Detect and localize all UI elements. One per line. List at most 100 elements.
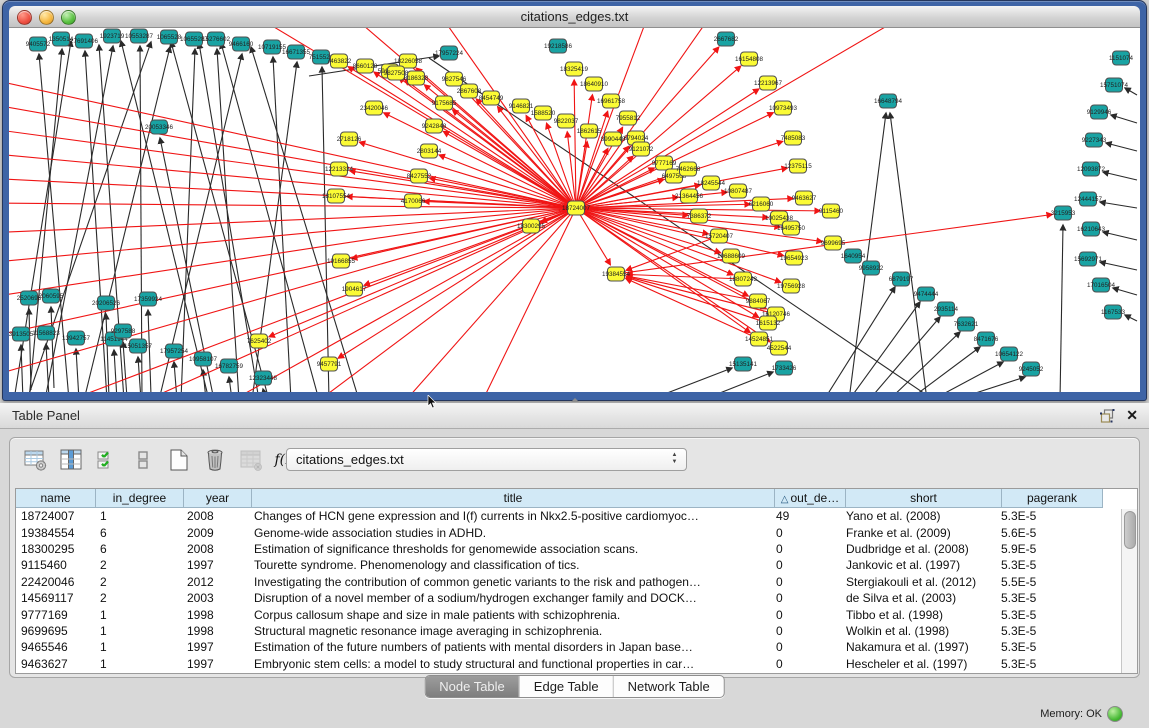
close-window-button[interactable] [17,10,32,25]
table-row[interactable]: 1938455462009Genome-wide association stu… [16,524,1137,540]
graph-node[interactable]: 3215953 [1051,206,1076,220]
graph-node[interactable]: 9245052 [1019,362,1044,376]
close-panel-icon[interactable]: ✕ [1126,407,1138,424]
graph-node[interactable]: 17016504 [1087,278,1116,292]
graph-node[interactable]: 1151074 [1109,51,1134,65]
graph-node[interactable]: 8990448 [601,132,626,146]
graph-node[interactable]: 1862615 [577,124,602,138]
tab-network-table[interactable]: Network Table [613,676,724,697]
graph-node[interactable]: 17957224 [435,46,464,60]
graph-node[interactable]: 7462668 [676,162,701,176]
graph-node[interactable]: 1640954 [841,249,866,263]
minimize-window-button[interactable] [39,10,54,25]
graph-node[interactable]: 15692971 [1074,252,1103,266]
graph-node[interactable]: 7386372 [687,209,712,223]
panel-mode-icon[interactable] [130,448,155,473]
graph-node[interactable]: 9777169 [652,156,677,170]
graph-node[interactable]: 2667682 [714,32,739,46]
scrollbar-thumb[interactable] [1124,511,1136,549]
table-row[interactable]: 977716911998Corpus callosum shape and si… [16,606,1137,622]
graph-node[interactable]: 19654923 [780,251,809,265]
graph-node[interactable]: 4522544 [767,341,792,355]
graph-node[interactable]: 2935114 [934,302,959,316]
graph-node[interactable]: 8660128 [353,59,378,73]
table-row[interactable]: 2242004622012Investigating the contribut… [16,574,1137,590]
column-header-out_de[interactable]: △out_de… [775,489,846,508]
graph-node[interactable]: 9457791 [317,357,342,371]
graph-node[interactable]: 7955812 [616,111,641,125]
graph-node[interactable]: 1065528 [157,30,182,44]
table-scrollbar[interactable] [1121,509,1137,673]
graph-node[interactable]: 18245544 [697,176,726,190]
graph-node[interactable]: 2718126 [337,132,362,146]
graph-node[interactable]: 21364456 [675,189,704,203]
graph-node[interactable]: 16782759 [215,359,244,373]
graph-node[interactable]: 16648794 [874,94,903,108]
graph-node[interactable]: 9958922 [859,261,884,275]
table-row[interactable]: 946554611997Estimation of the future num… [16,639,1137,655]
memory-status-indicator[interactable] [1107,706,1123,722]
graph-node[interactable]: 7485083 [781,131,806,145]
graph-node[interactable]: 18107554 [322,189,351,203]
graph-node[interactable]: 9129946 [1087,105,1112,119]
table-row[interactable]: 911546021997Tourette syndrome. Phenomeno… [16,557,1137,573]
graph-node[interactable]: 9227343 [1082,133,1107,147]
graph-node[interactable]: 16671355 [282,45,311,59]
table-settings-icon[interactable] [22,448,47,473]
graph-node[interactable]: 6879197 [889,272,914,286]
graph-node[interactable]: 1923719 [100,29,125,43]
window-titlebar[interactable]: citations_edges.txt [9,6,1140,28]
graph-node[interactable]: 9466160 [229,37,254,51]
table-row[interactable]: 969969511998Structural magnetic resonanc… [16,623,1137,639]
graph-node[interactable]: 9474444 [914,287,939,301]
graph-node[interactable]: 18640910 [580,77,609,91]
graph-node[interactable]: 8427552 [407,169,432,183]
table-row[interactable]: 1456911722003Disruption of a novel membe… [16,590,1137,606]
graph-node[interactable]: 11568823 [32,326,60,340]
graph-node[interactable]: 8454749 [479,91,504,105]
graph-node[interactable]: 9463627 [792,191,817,205]
row-selection-icon[interactable] [94,448,119,473]
create-table-icon[interactable] [166,448,191,473]
graph-node[interactable]: 19166855 [327,254,356,268]
graph-node[interactable]: 16210643 [1077,222,1106,236]
graph-node[interactable]: 9405572 [26,37,51,51]
network-canvas[interactable]: 1872400794055721350514276914061923719105… [9,28,1140,392]
graph-node[interactable]: 2803144 [417,144,442,158]
graph-node[interactable]: 10807487 [724,184,753,198]
graph-node[interactable]: 1167533 [1101,305,1126,319]
graph-node[interactable]: 7463822 [327,54,352,68]
graph-node[interactable]: 9115460 [819,204,844,218]
graph-node[interactable]: 8471676 [974,332,999,346]
table-selector-combobox[interactable]: citations_edges.txt ▲▼ [286,448,687,471]
graph-node[interactable]: 1588520 [531,106,556,120]
column-header-title[interactable]: title [252,489,775,508]
graph-node[interactable]: 1904617 [342,282,367,296]
graph-node[interactable]: 27691406 [70,34,99,48]
graph-node[interactable]: 15751074 [1100,78,1129,92]
graph-node[interactable]: 16154808 [735,52,764,66]
panel-splitter[interactable] [571,398,579,402]
column-header-name[interactable]: name [16,489,96,508]
graph-node[interactable]: 20206526 [92,296,121,310]
graph-node[interactable]: 9699695 [821,236,846,250]
column-header-short[interactable]: short [846,489,1002,508]
graph-node[interactable]: 19756928 [777,279,806,293]
graph-node[interactable]: 12323448 [249,371,278,385]
graph-node[interactable]: 15051357 [124,339,153,353]
zoom-window-button[interactable] [61,10,76,25]
graph-node[interactable]: 16961758 [597,94,626,108]
show-columns-icon[interactable] [58,448,83,473]
tab-node-table[interactable]: Node Table [425,676,519,697]
graph-node[interactable]: 10958107 [189,352,218,366]
table-row[interactable]: 1872400712008Changes of HCN gene express… [16,508,1137,524]
column-header-year[interactable]: year [184,489,252,508]
graph-node[interactable]: 7632621 [954,317,979,331]
delete-table-icon[interactable] [202,448,227,473]
graph-node[interactable]: 12444157 [1074,192,1103,206]
column-header-pagerank[interactable]: pagerank [1002,489,1103,508]
graph-node[interactable]: 8186328 [404,71,429,85]
graph-node[interactable]: 4170066 [401,194,426,208]
graph-node[interactable]: 10553287 [125,29,154,43]
tab-edge-table[interactable]: Edge Table [519,676,613,697]
